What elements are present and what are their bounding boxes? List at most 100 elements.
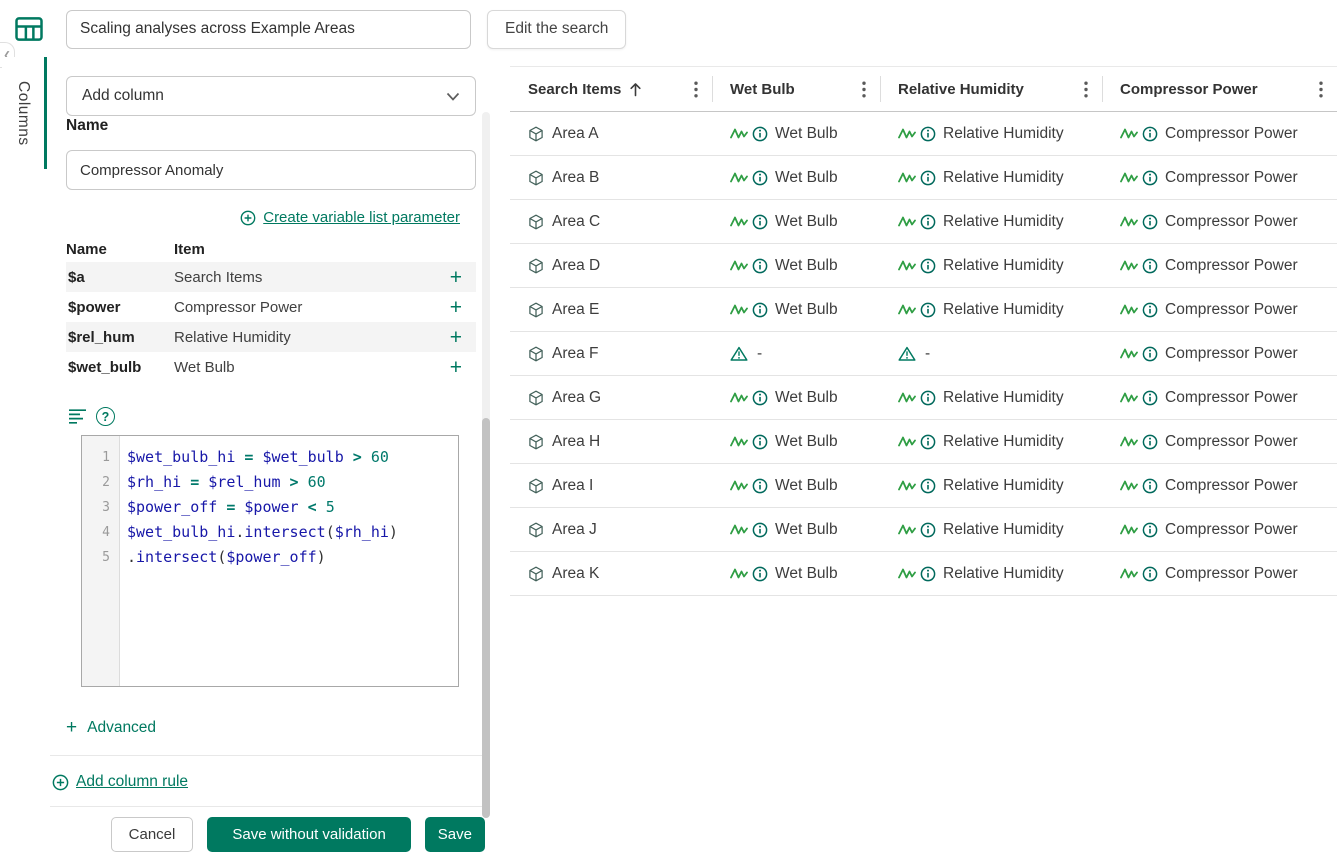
- help-icon[interactable]: ?: [96, 407, 115, 426]
- signal-cell[interactable]: Wet Bulb: [712, 200, 880, 243]
- param-add-button[interactable]: +: [450, 357, 476, 378]
- area-cell[interactable]: Area K: [510, 552, 712, 595]
- area-cell[interactable]: Area B: [510, 156, 712, 199]
- add-column-select[interactable]: Add column: [66, 76, 476, 116]
- signal-cell[interactable]: Compressor Power: [1102, 156, 1337, 199]
- info-icon[interactable]: [1142, 258, 1158, 274]
- param-add-button[interactable]: +: [450, 267, 476, 288]
- info-icon[interactable]: [920, 170, 936, 186]
- signal-cell[interactable]: Relative Humidity: [880, 464, 1102, 507]
- signal-cell[interactable]: Wet Bulb: [712, 376, 880, 419]
- info-icon[interactable]: [752, 170, 768, 186]
- info-icon[interactable]: [1142, 302, 1158, 318]
- signal-cell[interactable]: Wet Bulb: [712, 552, 880, 595]
- info-icon[interactable]: [752, 126, 768, 142]
- add-column-rule-link[interactable]: Add column rule: [52, 773, 188, 791]
- info-icon[interactable]: [752, 478, 768, 494]
- tables-app-icon[interactable]: [14, 14, 44, 44]
- signal-cell[interactable]: Wet Bulb: [712, 244, 880, 287]
- info-icon[interactable]: [752, 566, 768, 582]
- signal-cell[interactable]: Relative Humidity: [880, 376, 1102, 419]
- column-menu-icon[interactable]: [1309, 81, 1323, 98]
- signal-cell[interactable]: Compressor Power: [1102, 464, 1337, 507]
- info-icon[interactable]: [920, 390, 936, 406]
- column-header-search-items[interactable]: Search Items: [510, 67, 712, 111]
- column-menu-icon[interactable]: [684, 81, 698, 98]
- signal-cell[interactable]: Compressor Power: [1102, 200, 1337, 243]
- analysis-title-input[interactable]: [66, 10, 471, 49]
- signal-cell[interactable]: Compressor Power: [1102, 244, 1337, 287]
- signal-cell[interactable]: Relative Humidity: [880, 420, 1102, 463]
- param-add-button[interactable]: +: [450, 297, 476, 318]
- signal-cell[interactable]: Wet Bulb: [712, 508, 880, 551]
- area-cell[interactable]: Area J: [510, 508, 712, 551]
- info-icon[interactable]: [920, 522, 936, 538]
- area-cell[interactable]: Area H: [510, 420, 712, 463]
- columns-tab[interactable]: Columns: [2, 57, 47, 169]
- signal-cell[interactable]: Compressor Power: [1102, 552, 1337, 595]
- signal-cell[interactable]: Relative Humidity: [880, 112, 1102, 155]
- info-icon[interactable]: [1142, 126, 1158, 142]
- info-icon[interactable]: [1142, 346, 1158, 362]
- param-add-button[interactable]: +: [450, 327, 476, 348]
- signal-cell[interactable]: Relative Humidity: [880, 156, 1102, 199]
- signal-cell[interactable]: Compressor Power: [1102, 112, 1337, 155]
- info-icon[interactable]: [920, 478, 936, 494]
- info-icon[interactable]: [920, 566, 936, 582]
- signal-cell[interactable]: Compressor Power: [1102, 508, 1337, 551]
- signal-cell[interactable]: Relative Humidity: [880, 288, 1102, 331]
- edit-search-button[interactable]: Edit the search: [487, 10, 626, 49]
- info-icon[interactable]: [920, 302, 936, 318]
- column-menu-icon[interactable]: [1074, 81, 1088, 98]
- info-icon[interactable]: [1142, 478, 1158, 494]
- info-icon[interactable]: [752, 214, 768, 230]
- signal-cell[interactable]: Wet Bulb: [712, 112, 880, 155]
- area-cell[interactable]: Area G: [510, 376, 712, 419]
- signal-cell[interactable]: Wet Bulb: [712, 288, 880, 331]
- create-variable-list-parameter-link[interactable]: Create variable list parameter: [240, 209, 460, 226]
- signal-cell[interactable]: Wet Bulb: [712, 420, 880, 463]
- signal-cell[interactable]: Wet Bulb: [712, 464, 880, 507]
- signal-cell[interactable]: Relative Humidity: [880, 508, 1102, 551]
- info-icon[interactable]: [1142, 214, 1158, 230]
- advanced-toggle[interactable]: + Advanced: [66, 718, 156, 737]
- info-icon[interactable]: [920, 214, 936, 230]
- signal-cell[interactable]: Relative Humidity: [880, 200, 1102, 243]
- column-name-input[interactable]: [66, 150, 476, 190]
- info-icon[interactable]: [752, 434, 768, 450]
- area-cell[interactable]: Area D: [510, 244, 712, 287]
- info-icon[interactable]: [752, 390, 768, 406]
- scrollbar-thumb[interactable]: [482, 418, 490, 818]
- column-header-compressor-power[interactable]: Compressor Power: [1102, 67, 1337, 111]
- info-icon[interactable]: [1142, 434, 1158, 450]
- signal-cell[interactable]: Relative Humidity: [880, 552, 1102, 595]
- signal-cell[interactable]: Wet Bulb: [712, 156, 880, 199]
- info-icon[interactable]: [1142, 566, 1158, 582]
- info-icon[interactable]: [1142, 522, 1158, 538]
- area-cell[interactable]: Area A: [510, 112, 712, 155]
- signal-cell[interactable]: Compressor Power: [1102, 420, 1337, 463]
- info-icon[interactable]: [1142, 170, 1158, 186]
- formula-editor[interactable]: 12345 $wet_bulb_hi = $wet_bulb > 60$rh_h…: [81, 435, 459, 687]
- column-header-relative-humidity[interactable]: Relative Humidity: [880, 67, 1102, 111]
- signal-cell[interactable]: Compressor Power: [1102, 288, 1337, 331]
- signal-cell[interactable]: Compressor Power: [1102, 376, 1337, 419]
- info-icon[interactable]: [920, 434, 936, 450]
- area-cell[interactable]: Area I: [510, 464, 712, 507]
- area-cell[interactable]: Area F: [510, 332, 712, 375]
- warning-cell[interactable]: -: [880, 332, 1102, 375]
- info-icon[interactable]: [920, 258, 936, 274]
- info-icon[interactable]: [752, 302, 768, 318]
- cancel-button[interactable]: Cancel: [111, 817, 194, 852]
- area-cell[interactable]: Area C: [510, 200, 712, 243]
- column-header-wet-bulb[interactable]: Wet Bulb: [712, 67, 880, 111]
- area-cell[interactable]: Area E: [510, 288, 712, 331]
- info-icon[interactable]: [1142, 390, 1158, 406]
- info-icon[interactable]: [920, 126, 936, 142]
- column-menu-icon[interactable]: [852, 81, 866, 98]
- save-without-validation-button[interactable]: Save without validation: [207, 817, 410, 852]
- signal-cell[interactable]: Compressor Power: [1102, 332, 1337, 375]
- info-icon[interactable]: [752, 522, 768, 538]
- warning-cell[interactable]: -: [712, 332, 880, 375]
- signal-cell[interactable]: Relative Humidity: [880, 244, 1102, 287]
